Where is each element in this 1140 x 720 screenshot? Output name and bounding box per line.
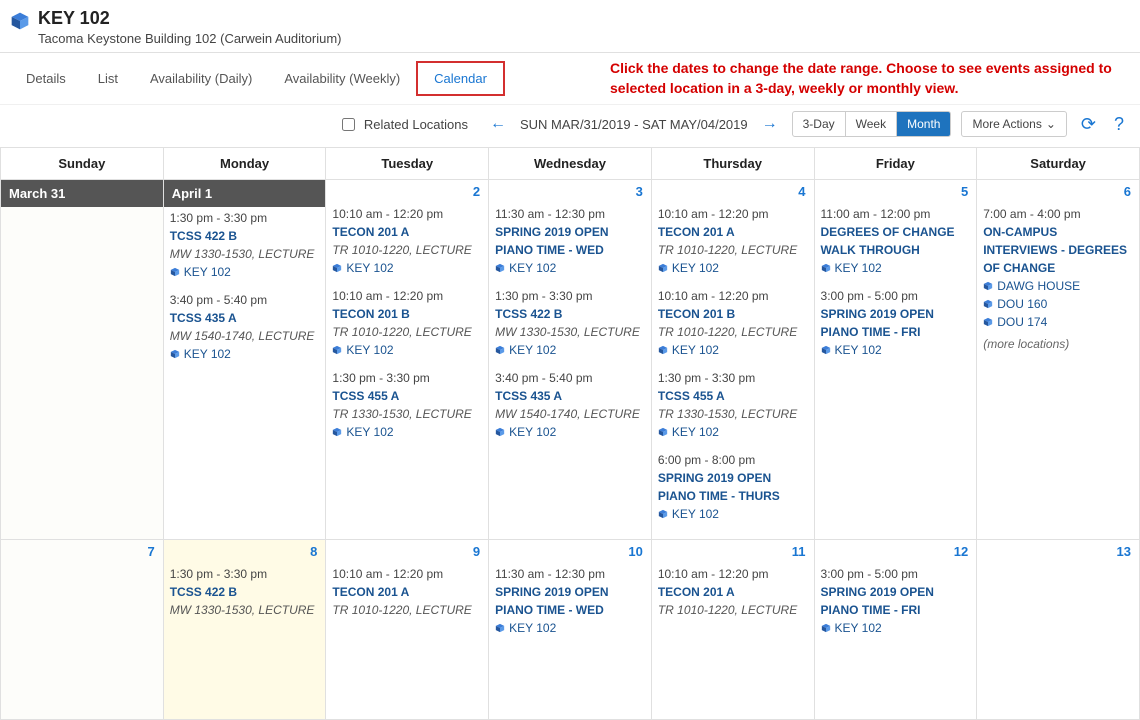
more-locations[interactable]: (more locations): [983, 335, 1133, 353]
event[interactable]: 1:30 pm - 3:30 pm TCSS 422 B MW 1330-153…: [170, 209, 320, 281]
tab-bar: Details List Availability (Daily) Availa…: [0, 53, 1140, 105]
page-subtitle: Tacoma Keystone Building 102 (Carwein Au…: [38, 31, 342, 46]
cube-icon: [658, 345, 668, 355]
cube-icon: [495, 427, 505, 437]
day-cell[interactable]: 5 11:00 am - 12:00 pm DEGREES OF CHANGE …: [814, 180, 977, 540]
dow-wed: Wednesday: [489, 148, 652, 180]
event[interactable]: 10:10 am - 12:20 pm TECON 201 A TR 1010-…: [332, 205, 482, 277]
day-cell[interactable]: 8 1:30 pm - 3:30 pm TCSS 422 B MW 1330-1…: [163, 540, 326, 720]
week-row: 7 8 1:30 pm - 3:30 pm TCSS 422 B MW 1330…: [1, 540, 1140, 720]
view-month[interactable]: Month: [897, 112, 950, 136]
cube-icon: [495, 345, 505, 355]
related-locations-toggle[interactable]: Related Locations: [338, 115, 468, 134]
event[interactable]: 11:30 am - 12:30 pm SPRING 2019 OPEN PIA…: [495, 205, 645, 277]
refresh-button[interactable]: ⟳: [1077, 114, 1100, 135]
day-cell[interactable]: 10 11:30 am - 12:30 pm SPRING 2019 OPEN …: [489, 540, 652, 720]
event[interactable]: 10:10 am - 12:20 pm TECON 201 A TR 1010-…: [658, 565, 808, 619]
event[interactable]: 1:30 pm - 3:30 pm TCSS 422 B MW 1330-153…: [495, 287, 645, 359]
calendar-toolbar: Related Locations ← SUN MAR/31/2019 - SA…: [0, 105, 1140, 147]
cube-icon: [658, 263, 668, 273]
dow-tue: Tuesday: [326, 148, 489, 180]
week-row: March 31 April 1 1:30 pm - 3:30 pm TCSS …: [1, 180, 1140, 540]
cube-icon: [332, 263, 342, 273]
cube-icon: [170, 267, 180, 277]
cube-icon: [495, 263, 505, 273]
dow-thu: Thursday: [651, 148, 814, 180]
view-week[interactable]: Week: [846, 112, 897, 136]
related-locations-label: Related Locations: [364, 117, 468, 132]
dow-fri: Friday: [814, 148, 977, 180]
cube-icon: [983, 299, 993, 309]
cube-icon: [983, 281, 993, 291]
day-cell[interactable]: 9 10:10 am - 12:20 pm TECON 201 A TR 101…: [326, 540, 489, 720]
date-range[interactable]: SUN MAR/31/2019 - SAT MAY/04/2019: [520, 117, 748, 132]
day-cell[interactable]: 2 10:10 am - 12:20 pm TECON 201 A TR 101…: [326, 180, 489, 540]
calendar-grid: Sunday Monday Tuesday Wednesday Thursday…: [0, 147, 1140, 720]
cube-icon: [821, 345, 831, 355]
event[interactable]: 10:10 am - 12:20 pm TECON 201 A TR 1010-…: [658, 205, 808, 277]
event[interactable]: 3:40 pm - 5:40 pm TCSS 435 A MW 1540-174…: [170, 291, 320, 363]
tab-calendar[interactable]: Calendar: [416, 61, 505, 96]
day-cell[interactable]: 12 3:00 pm - 5:00 pm SPRING 2019 OPEN PI…: [814, 540, 977, 720]
view-3day[interactable]: 3-Day: [793, 112, 846, 136]
cube-icon: [332, 345, 342, 355]
dow-sun: Sunday: [1, 148, 164, 180]
tab-details[interactable]: Details: [10, 63, 82, 94]
cube-icon: [658, 427, 668, 437]
day-cell[interactable]: March 31: [1, 180, 164, 540]
day-cell[interactable]: April 1 1:30 pm - 3:30 pm TCSS 422 B MW …: [163, 180, 326, 540]
view-segmented: 3-Day Week Month: [792, 111, 952, 137]
event[interactable]: 1:30 pm - 3:30 pm TCSS 455 A TR 1330-153…: [658, 369, 808, 441]
tab-availability-weekly[interactable]: Availability (Weekly): [268, 63, 416, 94]
event[interactable]: 3:00 pm - 5:00 pm SPRING 2019 OPEN PIANO…: [821, 565, 971, 637]
day-cell[interactable]: 7: [1, 540, 164, 720]
event[interactable]: 10:10 am - 12:20 pm TECON 201 B TR 1010-…: [658, 287, 808, 359]
dow-mon: Monday: [163, 148, 326, 180]
tab-availability-daily[interactable]: Availability (Daily): [134, 63, 268, 94]
prev-range-button[interactable]: ←: [486, 115, 510, 133]
day-cell[interactable]: 6 7:00 am - 4:00 pm ON-CAMPUS INTERVIEWS…: [977, 180, 1140, 540]
page-header: KEY 102 Tacoma Keystone Building 102 (Ca…: [0, 0, 1140, 53]
day-cell[interactable]: 13: [977, 540, 1140, 720]
cube-icon: [821, 263, 831, 273]
page-title: KEY 102: [38, 8, 342, 29]
day-cell[interactable]: 4 10:10 am - 12:20 pm TECON 201 A TR 101…: [651, 180, 814, 540]
help-button[interactable]: ?: [1110, 114, 1128, 135]
event[interactable]: 1:30 pm - 3:30 pm TCSS 455 A TR 1330-153…: [332, 369, 482, 441]
event[interactable]: 1:30 pm - 3:30 pm TCSS 422 B MW 1330-153…: [170, 565, 320, 619]
location-cube-icon: [10, 11, 30, 31]
event[interactable]: 3:40 pm - 5:40 pm TCSS 435 A MW 1540-174…: [495, 369, 645, 441]
more-actions-button[interactable]: More Actions ⌄: [961, 111, 1066, 137]
cube-icon: [983, 317, 993, 327]
event[interactable]: 6:00 pm - 8:00 pm SPRING 2019 OPEN PIANO…: [658, 451, 808, 523]
event[interactable]: 11:00 am - 12:00 pm DEGREES OF CHANGE WA…: [821, 205, 971, 277]
cube-icon: [170, 349, 180, 359]
event[interactable]: 3:00 pm - 5:00 pm SPRING 2019 OPEN PIANO…: [821, 287, 971, 359]
event[interactable]: 10:10 am - 12:20 pm TECON 201 B TR 1010-…: [332, 287, 482, 359]
event[interactable]: 11:30 am - 12:30 pm SPRING 2019 OPEN PIA…: [495, 565, 645, 637]
next-range-button[interactable]: →: [758, 115, 782, 133]
cube-icon: [821, 623, 831, 633]
event[interactable]: 7:00 am - 4:00 pm ON-CAMPUS INTERVIEWS -…: [983, 205, 1133, 353]
dow-sat: Saturday: [977, 148, 1140, 180]
related-locations-checkbox[interactable]: [342, 118, 355, 131]
day-cell[interactable]: 3 11:30 am - 12:30 pm SPRING 2019 OPEN P…: [489, 180, 652, 540]
cube-icon: [658, 509, 668, 519]
cube-icon: [495, 623, 505, 633]
instruction-note: Click the dates to change the date range…: [610, 59, 1130, 98]
chevron-down-icon: ⌄: [1046, 117, 1056, 131]
event[interactable]: 10:10 am - 12:20 pm TECON 201 A TR 1010-…: [332, 565, 482, 619]
tab-list[interactable]: List: [82, 63, 134, 94]
day-cell[interactable]: 11 10:10 am - 12:20 pm TECON 201 A TR 10…: [651, 540, 814, 720]
cube-icon: [332, 427, 342, 437]
